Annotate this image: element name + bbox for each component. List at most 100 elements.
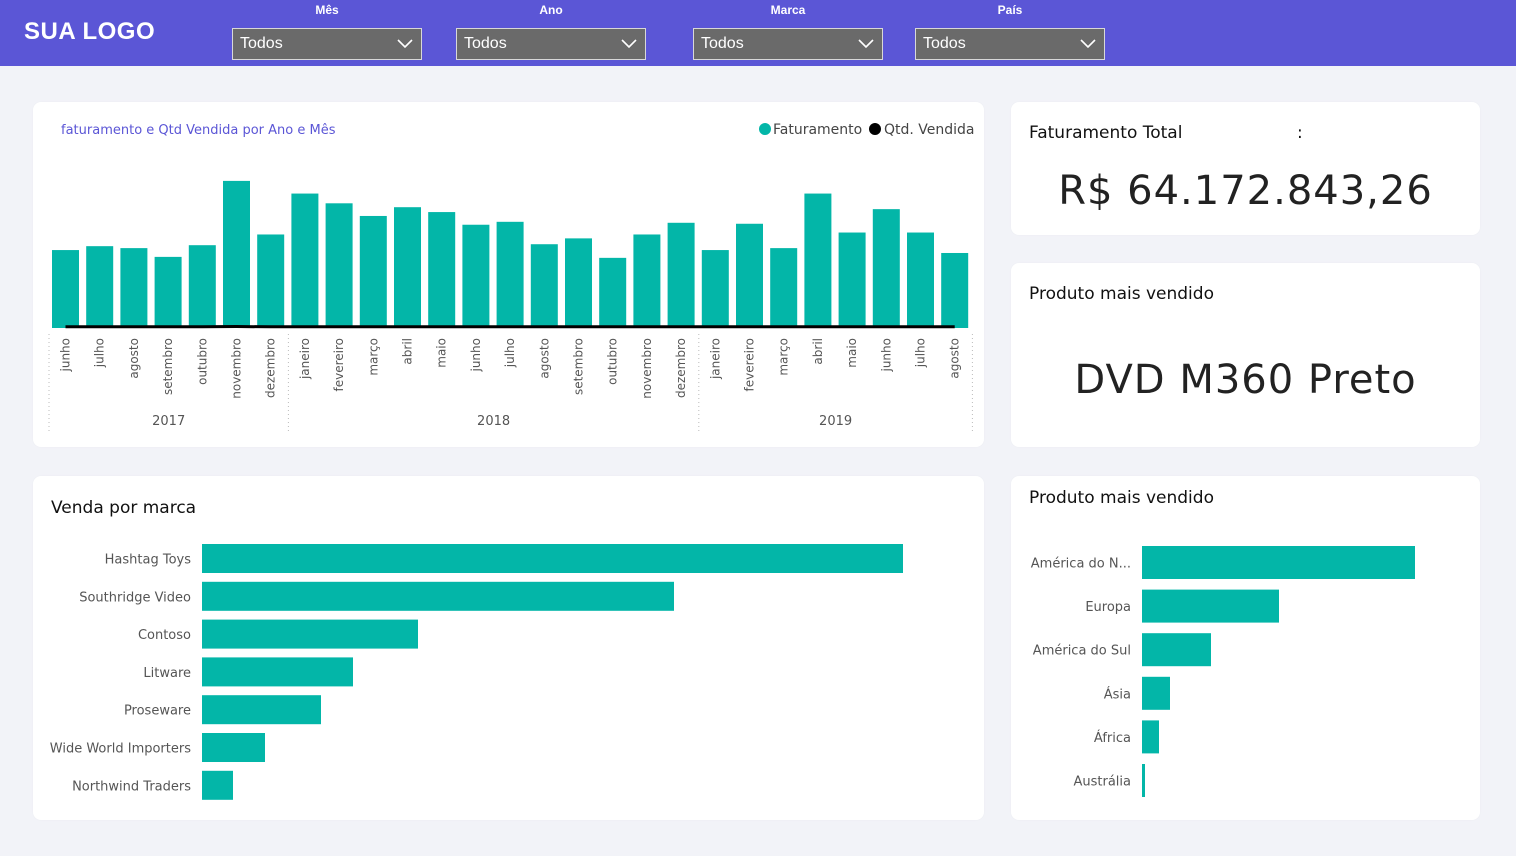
month-tick-label: dezembro [264, 338, 278, 398]
logo: SUA LOGO [24, 18, 156, 45]
filter-marca-label: Marca [770, 3, 806, 17]
month-tick-label: abril [401, 338, 415, 365]
region-bar[interactable] [1142, 764, 1145, 797]
filter-ano: Ano Todos [456, 0, 646, 60]
brand-category-label: Southridge Video [79, 590, 191, 605]
filter-pais-label: País [997, 3, 1023, 17]
brand-category-label: Wide World Importers [50, 742, 191, 757]
faturamento-bar[interactable] [223, 180, 250, 328]
faturamento-bar[interactable] [701, 250, 729, 328]
month-tick-label: agosto [948, 338, 962, 379]
region-bar[interactable] [1142, 633, 1211, 667]
faturamento-bar[interactable] [86, 246, 114, 328]
filter-marca-select[interactable]: Todos [693, 28, 883, 60]
faturamento-bar[interactable] [907, 232, 934, 328]
faturamento-bar[interactable] [52, 250, 79, 328]
filter-pais-select[interactable]: Todos [915, 28, 1105, 60]
brand-bar[interactable] [202, 733, 265, 762]
chevron-down-icon [397, 39, 413, 49]
faturamento-bar[interactable] [325, 203, 353, 328]
chevron-down-icon [858, 39, 874, 49]
faturamento-bar[interactable] [530, 244, 558, 328]
faturamento-bar[interactable] [667, 222, 695, 328]
faturamento-bar[interactable] [770, 248, 798, 328]
month-tick-label: fevereiro [332, 338, 346, 392]
filter-marca-value: Todos [701, 35, 744, 52]
month-tick-label: julho [503, 338, 517, 368]
faturamento-bar[interactable] [838, 232, 866, 328]
faturamento-bar[interactable] [462, 224, 490, 328]
month-tick-label: janeiro [708, 338, 722, 380]
filter-mes-select[interactable]: Todos [232, 28, 422, 60]
month-tick-label: setembro [572, 338, 586, 395]
kpi-faturamento-value: R$ 64.172.843,26 [1058, 168, 1433, 214]
faturamento-bar[interactable] [736, 223, 763, 328]
month-tick-label: junho [59, 338, 73, 373]
region-category-label: África [1094, 730, 1131, 746]
month-tick-label: agosto [127, 338, 141, 379]
filter-mes-value: Todos [240, 35, 283, 52]
month-tick-label: março [777, 338, 791, 376]
region-category-label: Austrália [1073, 775, 1131, 790]
filter-mes-label: Mês [315, 3, 339, 17]
region-chart: América do N... Europa América do Sul Ásia Á… [1031, 546, 1415, 797]
year-group-label: 2019 [819, 414, 852, 429]
brand-bar[interactable] [202, 581, 674, 611]
kpi-produto-card: Produto mais vendido DVD M360 Preto [1011, 263, 1480, 447]
monthly-chart-title: faturamento e Qtd Vendida por Ano e Mês [61, 123, 336, 138]
faturamento-bar[interactable] [359, 215, 387, 328]
faturamento-bar[interactable] [428, 212, 456, 328]
month-tick-label: maio [435, 338, 449, 368]
monthly-chart-card: faturamento e Qtd Vendida por Ano e Mês … [33, 102, 984, 447]
region-bar[interactable] [1142, 720, 1159, 754]
region-category-label: Europa [1085, 600, 1131, 615]
legend-faturamento-label: Faturamento [773, 122, 862, 138]
kpi-faturamento-colon: : [1297, 123, 1303, 143]
faturamento-bar[interactable] [872, 209, 900, 328]
kpi-faturamento-title: Faturamento Total [1029, 123, 1183, 143]
faturamento-bar[interactable] [633, 234, 661, 328]
faturamento-bar[interactable] [565, 238, 592, 328]
brand-bar[interactable] [202, 544, 903, 573]
month-tick-label: agosto [537, 338, 551, 379]
faturamento-bar[interactable] [154, 256, 182, 328]
month-tick-label: março [366, 338, 380, 376]
filter-marca: Marca Todos [693, 0, 883, 60]
kpi-produto-value: DVD M360 Preto [1074, 357, 1417, 403]
faturamento-bar[interactable] [804, 193, 832, 328]
faturamento-bar[interactable] [291, 193, 319, 328]
month-tick-label: junho [469, 338, 483, 373]
faturamento-bar[interactable] [257, 234, 285, 328]
brand-chart-card: Venda por marca Hashtag Toys Southridge V… [33, 476, 984, 820]
region-bar[interactable] [1142, 546, 1415, 579]
month-tick-label: novembro [640, 338, 654, 399]
brand-category-label: Hashtag Toys [105, 553, 192, 568]
month-tick-label: julho [914, 338, 928, 368]
chevron-down-icon [1080, 39, 1096, 49]
region-bar[interactable] [1142, 676, 1170, 710]
kpi-produto-title: Produto mais vendido [1029, 284, 1214, 304]
legend-qtd-marker [869, 123, 881, 135]
month-tick-label: maio [845, 338, 859, 368]
filter-ano-value: Todos [464, 35, 507, 52]
faturamento-bar[interactable] [599, 257, 627, 328]
monthly-chart: faturamento e Qtd Vendida por Ano e Mês … [48, 122, 975, 434]
filter-ano-select[interactable]: Todos [456, 28, 646, 60]
chevron-down-icon [621, 39, 637, 49]
year-group-label: 2018 [477, 414, 510, 429]
region-bar[interactable] [1142, 589, 1279, 623]
faturamento-bar[interactable] [188, 245, 216, 328]
brand-bar[interactable] [202, 657, 353, 687]
month-tick-label: abril [811, 338, 825, 365]
brand-bar[interactable] [202, 770, 233, 800]
month-tick-label: janeiro [298, 338, 312, 380]
year-group-label: 2017 [152, 414, 185, 429]
kpi-faturamento-card: Faturamento Total : R$ 64.172.843,26 [1011, 102, 1480, 235]
month-tick-label: junho [879, 338, 893, 373]
brand-bar[interactable] [202, 695, 321, 725]
faturamento-bar[interactable] [394, 207, 421, 328]
brand-bar[interactable] [202, 619, 418, 649]
faturamento-bar[interactable] [496, 221, 524, 328]
faturamento-bar[interactable] [941, 252, 969, 328]
faturamento-bar[interactable] [120, 248, 148, 328]
